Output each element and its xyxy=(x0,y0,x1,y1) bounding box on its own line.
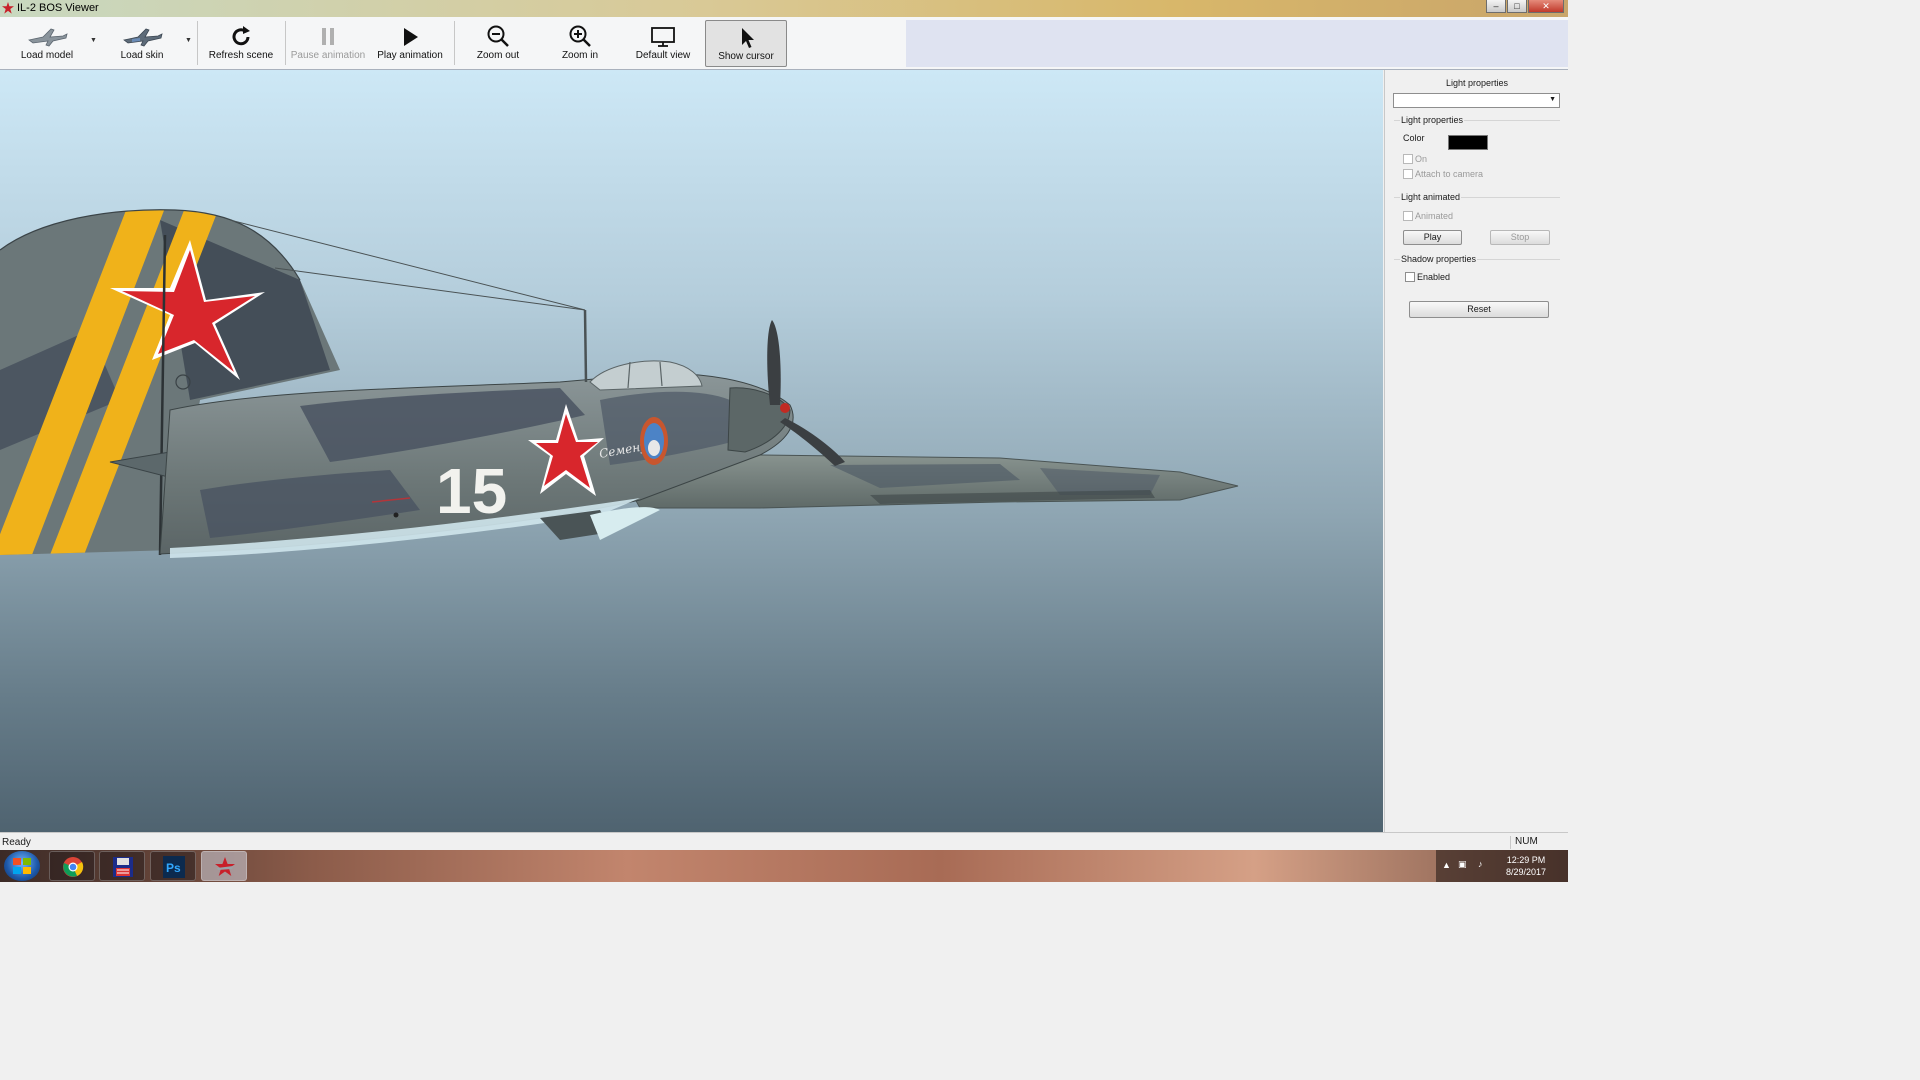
window-title: IL-2 BOS Viewer xyxy=(17,2,99,14)
windows-logo-icon xyxy=(13,858,31,874)
maximize-button[interactable]: □ xyxy=(1507,0,1527,13)
taskbar-chrome[interactable] xyxy=(49,851,95,881)
floppy-disk-icon xyxy=(113,857,133,877)
zoom-out-button[interactable]: Zoom out xyxy=(463,20,533,67)
attach-to-camera-label: Attach to camera xyxy=(1415,169,1484,179)
monitor-icon xyxy=(651,27,675,47)
minimize-button[interactable]: – xyxy=(1486,0,1506,13)
shadow-enabled-checkbox[interactable] xyxy=(1405,272,1415,282)
zoom-out-label: Zoom out xyxy=(476,50,520,61)
toolbar: Load model ▼ Load skin ▼ Refresh scene P… xyxy=(0,17,1568,70)
chevron-down-icon: ▼ xyxy=(1549,96,1556,103)
light-properties-group: Light properties Color On Attach to came… xyxy=(1394,115,1560,184)
load-model-label: Load model xyxy=(20,50,74,61)
play-icon xyxy=(404,28,418,46)
status-bar: Ready NUM xyxy=(0,832,1568,850)
taskbar-save-app[interactable] xyxy=(99,851,145,881)
toolbar-separator xyxy=(285,21,286,65)
refresh-scene-button[interactable]: Refresh scene xyxy=(205,20,277,67)
on-label: On xyxy=(1415,154,1428,164)
toolbar-separator xyxy=(454,21,455,65)
start-button[interactable] xyxy=(4,851,40,881)
chrome-icon xyxy=(63,857,84,877)
load-model-dropdown-icon[interactable]: ▼ xyxy=(90,37,97,44)
pause-animation-label: Pause animation xyxy=(290,50,366,61)
3d-viewport[interactable]: 15 Семену xyxy=(0,70,1383,832)
toolbar-separator xyxy=(197,21,198,65)
clock-date: 8/29/2017 xyxy=(1505,867,1547,877)
painted-airplane-icon xyxy=(123,28,163,47)
light-properties-group-title: Light properties xyxy=(1400,115,1465,125)
photoshop-glyph: Ps xyxy=(166,861,181,875)
taskbar: Ps ▲ ▣ ♪ 12:29 PM 8/29/2017 xyxy=(0,850,1568,882)
show-cursor-button[interactable]: Show cursor xyxy=(705,20,787,67)
stop-button[interactable]: Stop xyxy=(1490,230,1550,245)
taskbar-photoshop[interactable]: Ps xyxy=(150,851,196,881)
shadow-properties-group: Shadow properties Enabled xyxy=(1394,254,1560,291)
show-cursor-label: Show cursor xyxy=(718,51,774,62)
properties-panel: Light properties ▼ Light properties Colo… xyxy=(1384,70,1568,832)
play-animation-button[interactable]: Play animation xyxy=(372,20,448,67)
animated-checkbox[interactable] xyxy=(1403,211,1413,221)
refresh-scene-label: Refresh scene xyxy=(208,50,274,61)
shadow-properties-group-title: Shadow properties xyxy=(1400,254,1478,264)
color-swatch[interactable] xyxy=(1448,135,1488,150)
zoom-out-icon xyxy=(487,25,509,47)
animated-label: Animated xyxy=(1415,211,1454,221)
title-bar: IL-2 BOS Viewer – □ ✕ xyxy=(0,0,1568,17)
aircraft-model: 15 Семену xyxy=(0,209,1239,558)
light-select-dropdown[interactable]: ▼ xyxy=(1393,93,1560,108)
close-button[interactable]: ✕ xyxy=(1528,0,1564,13)
pause-animation-button[interactable]: Pause animation xyxy=(289,20,367,67)
zoom-in-icon xyxy=(569,25,591,47)
cursor-icon xyxy=(742,28,754,48)
load-skin-label: Load skin xyxy=(120,50,164,61)
airplane-icon xyxy=(28,28,68,47)
pause-icon xyxy=(322,28,334,45)
status-text: Ready xyxy=(2,837,31,848)
load-model-button[interactable]: Load model xyxy=(12,20,82,67)
light-animated-group-title: Light animated xyxy=(1400,192,1462,202)
play-button[interactable]: Play xyxy=(1403,230,1462,245)
attach-to-camera-checkbox[interactable] xyxy=(1403,169,1413,179)
shadow-enabled-label: Enabled xyxy=(1417,272,1451,282)
network-icon[interactable]: ▣ xyxy=(1458,859,1467,870)
show-hidden-icons-icon[interactable]: ▲ xyxy=(1442,860,1451,870)
num-lock-indicator: NUM xyxy=(1510,836,1566,849)
il2-viewer-icon xyxy=(215,857,235,876)
zoom-in-label: Zoom in xyxy=(561,50,599,61)
red-star-icon xyxy=(2,2,14,14)
photoshop-icon: Ps xyxy=(163,856,185,878)
light-animated-group: Light animated Animated Play Stop xyxy=(1394,192,1560,252)
clock[interactable]: 12:29 PM 8/29/2017 xyxy=(1504,854,1548,878)
panel-title: Light properties xyxy=(1445,78,1509,88)
load-skin-dropdown-icon[interactable]: ▼ xyxy=(185,37,192,44)
color-label: Color xyxy=(1403,133,1425,143)
reset-button[interactable]: Reset xyxy=(1409,301,1549,318)
default-view-button[interactable]: Default view xyxy=(627,20,699,67)
clock-time: 12:29 PM xyxy=(1506,855,1546,865)
play-animation-label: Play animation xyxy=(377,50,443,61)
load-skin-button[interactable]: Load skin xyxy=(108,20,176,67)
zoom-in-button[interactable]: Zoom in xyxy=(545,20,615,67)
default-view-label: Default view xyxy=(635,50,691,61)
toolbar-empty-area xyxy=(906,20,1568,67)
taskbar-il2-viewer[interactable] xyxy=(201,851,247,881)
volume-icon[interactable]: ♪ xyxy=(1478,859,1483,869)
system-tray: ▲ ▣ ♪ 12:29 PM 8/29/2017 xyxy=(1436,850,1568,882)
emblem xyxy=(640,417,668,465)
on-checkbox[interactable] xyxy=(1403,154,1413,164)
aircraft-number: 15 xyxy=(436,455,507,527)
refresh-icon xyxy=(232,26,250,46)
